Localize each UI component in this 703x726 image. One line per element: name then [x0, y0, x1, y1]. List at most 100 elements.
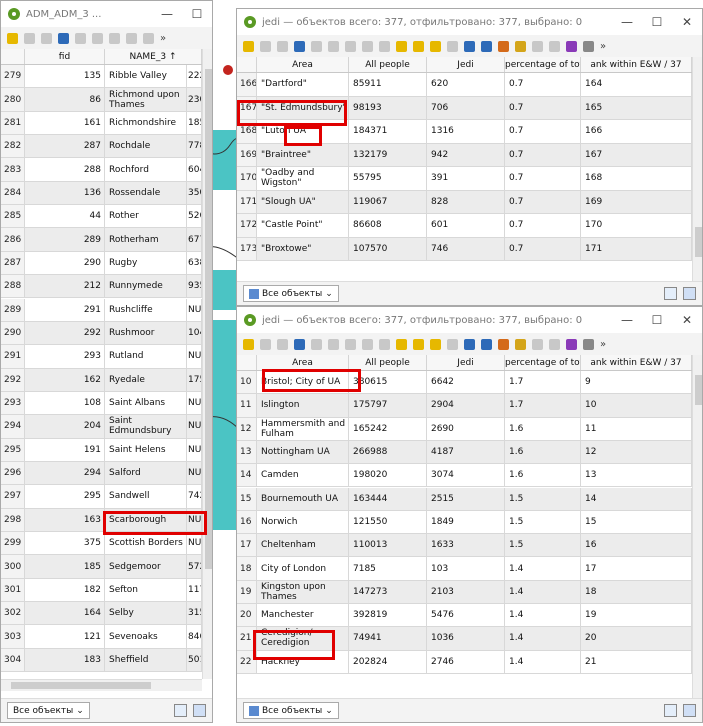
cell-area[interactable]: Manchester: [257, 604, 349, 627]
cell-rank[interactable]: 12: [581, 440, 692, 464]
title-bar[interactable]: jedi — объектов всего: 377, отфильтрован…: [237, 9, 702, 35]
cell-all-people[interactable]: 121550: [349, 510, 427, 534]
refresh-icon[interactable]: [58, 32, 69, 44]
cell-value[interactable]: 677: [187, 228, 202, 251]
cell-rank[interactable]: 166: [581, 120, 692, 143]
cell-percentage[interactable]: 1.6: [505, 464, 581, 487]
cell-fid[interactable]: 295: [25, 485, 105, 508]
cell-value[interactable]: 222: [187, 65, 202, 88]
cell-fid[interactable]: 135: [25, 65, 105, 88]
cell-name3[interactable]: Scottish Borders: [105, 532, 187, 555]
more-icon[interactable]: »: [600, 339, 606, 350]
table-row[interactable]: 287290Rugby638: [1, 251, 202, 276]
save-edits-icon[interactable]: [260, 338, 271, 350]
table-row[interactable]: 299375Scottish BordersNUL: [1, 532, 202, 556]
cell-fid[interactable]: 290: [25, 251, 105, 275]
cell-area[interactable]: Norwich: [257, 510, 349, 534]
table-view-icon[interactable]: [174, 704, 187, 717]
table-row[interactable]: 283288Rochford604: [1, 158, 202, 182]
pencil-icon[interactable]: [7, 32, 18, 44]
pan-to-icon[interactable]: [498, 40, 509, 52]
title-bar[interactable]: ADM_ADM_3 ... — ☐: [1, 1, 212, 27]
cell-jedi[interactable]: 2690: [427, 417, 505, 440]
save-edits-icon[interactable]: [260, 40, 271, 52]
maximize-icon[interactable]: ☐: [642, 15, 672, 29]
cell-name3[interactable]: Richmond upon Thames: [105, 88, 187, 111]
delete-feature-icon[interactable]: [328, 40, 339, 52]
attribute-grid[interactable]: fid NAME_3 ↑ 279135Ribble Valley22228086…: [1, 49, 212, 701]
cell-value[interactable]: NUL: [187, 298, 202, 321]
row-number[interactable]: 17: [237, 534, 257, 557]
cell-rank[interactable]: 11: [581, 417, 692, 440]
cell-percentage[interactable]: 1.5: [505, 534, 581, 557]
close-icon[interactable]: ✕: [672, 313, 702, 327]
cell-rank[interactable]: 167: [581, 143, 692, 166]
table-row[interactable]: 281161Richmondshire185: [1, 111, 202, 136]
cell-area[interactable]: Bournemouth UA: [257, 487, 349, 510]
row-number[interactable]: 294: [1, 415, 25, 438]
cell-percentage[interactable]: 1.5: [505, 487, 581, 510]
paste-icon[interactable]: [379, 40, 390, 52]
cell-all-people[interactable]: 392819: [349, 604, 427, 627]
cell-percentage[interactable]: 0.7: [505, 214, 581, 237]
column-header-jedi[interactable]: Jedi: [427, 57, 505, 72]
cell-percentage[interactable]: 0.7: [505, 96, 581, 119]
cell-jedi[interactable]: 3074: [427, 464, 505, 487]
row-number[interactable]: 170: [237, 167, 257, 190]
cell-name3[interactable]: Rushmoor: [105, 321, 187, 345]
cell-percentage[interactable]: 0.7: [505, 167, 581, 190]
cell-fid[interactable]: 164: [25, 602, 105, 625]
field-calculator-icon[interactable]: [566, 40, 577, 52]
table-row[interactable]: 172 "Castle Point" 86608 601 0.7 170: [237, 214, 692, 238]
paste-rows-icon[interactable]: [549, 40, 560, 52]
table-row[interactable]: 300185Sedgemoor572: [1, 555, 202, 579]
cell-value[interactable]: NUL: [187, 532, 202, 555]
row-number[interactable]: 285: [1, 205, 25, 228]
cell-value[interactable]: 315: [187, 602, 202, 625]
table-row[interactable]: 286289Rotherham677: [1, 228, 202, 252]
cell-area[interactable]: Cheltenham: [257, 534, 349, 557]
row-number[interactable]: 303: [1, 625, 25, 648]
row-number[interactable]: 173: [237, 237, 257, 260]
filter-all-button[interactable]: Все объекты ⌄: [7, 702, 90, 719]
cell-all-people[interactable]: 7185: [349, 557, 427, 580]
cell-area[interactable]: Camden: [257, 464, 349, 487]
row-number[interactable]: 283: [1, 158, 25, 181]
delete-feature-icon[interactable]: [92, 32, 103, 44]
select-all-icon[interactable]: [413, 338, 424, 350]
cell-jedi[interactable]: 6642: [427, 371, 505, 394]
copy-icon[interactable]: [362, 40, 373, 52]
cell-value[interactable]: NUL: [187, 438, 202, 461]
multi-edit-icon[interactable]: [277, 40, 288, 52]
invert-selection-icon[interactable]: [430, 40, 441, 52]
cell-name3[interactable]: Rochdale: [105, 135, 187, 158]
row-number[interactable]: 284: [1, 181, 25, 205]
table-row[interactable]: 28544Rother526: [1, 205, 202, 229]
cell-area[interactable]: "Oadby and Wigston": [257, 167, 349, 190]
cell-area[interactable]: Kingston upon Thames: [257, 580, 349, 603]
cell-rank[interactable]: 10: [581, 394, 692, 417]
row-number[interactable]: 166: [237, 73, 257, 96]
cell-name3[interactable]: Ryedale: [105, 368, 187, 391]
cell-area[interactable]: "Dartford": [257, 73, 349, 96]
row-number[interactable]: 293: [1, 391, 25, 415]
row-number[interactable]: 301: [1, 578, 25, 602]
row-number[interactable]: 20: [237, 604, 257, 627]
row-number[interactable]: 280: [1, 88, 25, 111]
cell-area[interactable]: "Slough UA": [257, 190, 349, 213]
cell-value[interactable]: 230: [187, 88, 202, 111]
cell-fid[interactable]: 291: [25, 298, 105, 321]
cell-percentage[interactable]: 0.7: [505, 237, 581, 260]
row-number[interactable]: 15: [237, 487, 257, 510]
row-number[interactable]: 19: [237, 580, 257, 603]
add-feature-icon[interactable]: [311, 40, 322, 52]
cell-name3[interactable]: Runnymede: [105, 275, 187, 298]
column-header-name3[interactable]: NAME_3 ↑: [105, 49, 202, 64]
scroll-thumb[interactable]: [205, 69, 212, 569]
cell-fid[interactable]: 287: [25, 135, 105, 158]
cell-name3[interactable]: Rochford: [105, 158, 187, 181]
filter-icon[interactable]: [464, 338, 475, 350]
attribute-table-window-jedi-top[interactable]: jedi — объектов всего: 377, отфильтрован…: [236, 8, 703, 306]
cell-name3[interactable]: Rother: [105, 205, 187, 228]
row-number[interactable]: 279: [1, 65, 25, 88]
